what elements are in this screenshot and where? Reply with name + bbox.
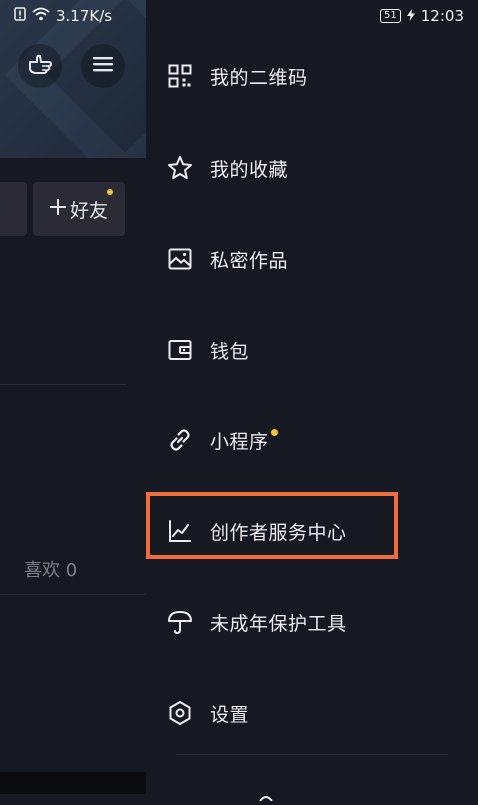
menu-button[interactable]	[81, 44, 125, 88]
menu-label: 创作者服务中心	[210, 521, 347, 544]
wifi-icon	[32, 7, 50, 25]
likes-tab[interactable]: 喜欢 0	[24, 556, 77, 582]
clock: 12:03	[420, 7, 464, 25]
alert-icon	[14, 7, 26, 25]
umbrella-icon	[166, 608, 194, 636]
qr-code-icon	[166, 62, 194, 90]
battery-indicator: 51	[380, 9, 401, 23]
hexagon-settings-icon	[166, 699, 194, 727]
menu-item-mini-programs[interactable]: 小程序	[166, 418, 466, 462]
menu-item-favorites[interactable]: 我的收藏	[166, 146, 466, 190]
menu-label: 我的收藏	[210, 158, 289, 181]
new-badge-dot	[270, 428, 278, 436]
menu-item-settings[interactable]: 设置	[166, 691, 466, 735]
menu-label: 小程序	[210, 430, 269, 453]
menu-item-minor-protection[interactable]: 未成年保护工具	[166, 600, 466, 644]
drawer-divider	[176, 754, 448, 755]
charging-icon	[406, 7, 415, 25]
side-drawer: 我的二维码 我的收藏 私密作品 钱包 小程序 创作者服务中心 未成年保护工具 设…	[146, 0, 478, 802]
menu-label: 未成年保护工具	[210, 612, 347, 635]
hamburger-icon	[93, 56, 113, 76]
menu-label: 钱包	[210, 340, 250, 363]
profile-background: 好友 喜欢 0	[0, 0, 146, 794]
add-friend-button[interactable]: 好友	[33, 182, 125, 236]
status-bar: 3.17K/s 51 12:03	[0, 0, 478, 32]
plus-icon	[49, 198, 66, 220]
image-icon	[166, 245, 194, 273]
menu-item-wallet[interactable]: 钱包	[166, 328, 466, 372]
add-friend-label: 好友	[69, 199, 108, 222]
menu-label: 我的二维码	[210, 66, 308, 89]
link-icon	[166, 426, 194, 454]
star-icon	[166, 154, 194, 182]
menu-item-private-works[interactable]: 私密作品	[166, 237, 466, 281]
notification-dot	[107, 189, 113, 195]
menu-label: 私密作品	[210, 249, 289, 272]
more-icon	[256, 786, 276, 802]
wallet-icon	[166, 336, 194, 364]
gesture-button[interactable]	[18, 44, 62, 88]
chart-icon	[166, 517, 194, 545]
network-speed: 3.17K/s	[56, 7, 113, 25]
edit-profile-button[interactable]	[0, 182, 27, 236]
menu-item-qr-code[interactable]: 我的二维码	[166, 54, 466, 98]
menu-label: 设置	[210, 703, 250, 726]
menu-item-creator-center[interactable]: 创作者服务中心	[166, 509, 466, 553]
hand-pointer-icon	[27, 52, 53, 80]
